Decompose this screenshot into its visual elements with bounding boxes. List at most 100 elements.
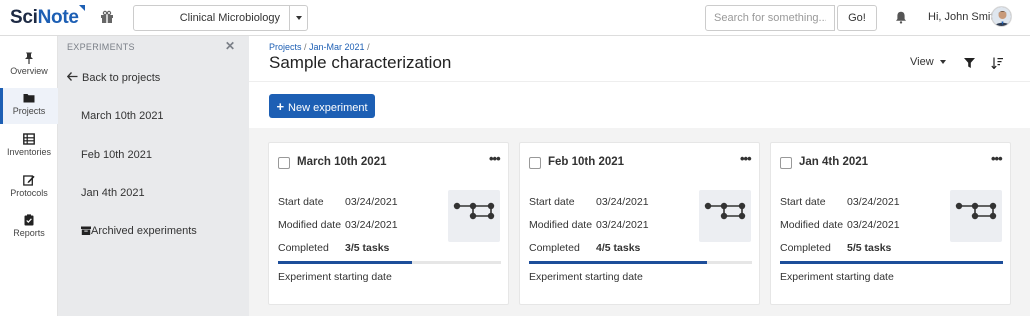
archive-icon — [81, 226, 91, 235]
sidebar-item-experiment[interactable]: March 10th 2021 — [81, 110, 164, 122]
workflow-icon — [704, 202, 746, 220]
card-title[interactable]: Feb 10th 2021 — [548, 156, 624, 168]
experiment-card[interactable]: March 10th 2021 ••• Start date 03/24/202… — [268, 142, 509, 305]
experiment-card[interactable]: Feb 10th 2021 ••• Start date 03/24/2021 … — [519, 142, 760, 305]
close-icon[interactable]: ✕ — [225, 39, 235, 53]
nav-item-protocols[interactable]: Protocols — [0, 170, 58, 206]
modified-date-value: 03/24/2021 — [596, 219, 649, 231]
completed-value: 3/5 tasks — [345, 242, 390, 254]
workflow-thumbnail[interactable] — [950, 190, 1002, 242]
breadcrumb-project[interactable]: Jan-Mar 2021 — [309, 42, 365, 52]
progress-bar-fill — [529, 261, 708, 264]
card-status-text: Experiment starting date — [780, 271, 894, 283]
workflow-thumbnail[interactable] — [448, 190, 500, 242]
sort-icon[interactable] — [991, 57, 1003, 69]
card-status-text: Experiment starting date — [529, 271, 643, 283]
folder-icon — [23, 94, 35, 103]
nav-item-overview[interactable]: Overview — [0, 48, 58, 84]
workflow-thumbnail[interactable] — [699, 190, 751, 242]
search-input[interactable] — [705, 5, 835, 31]
card-title[interactable]: Jan 4th 2021 — [799, 156, 868, 168]
main-content: Projects / Jan-Mar 2021 / Sample charact… — [249, 36, 1030, 316]
start-date-label: Start date — [780, 196, 826, 208]
modified-date-label: Modified date — [780, 219, 844, 231]
inventory-icon — [23, 133, 35, 145]
pin-icon — [25, 52, 33, 64]
card-title[interactable]: March 10th 2021 — [297, 156, 387, 168]
chevron-down-icon — [939, 60, 946, 65]
modified-date-value: 03/24/2021 — [345, 219, 398, 231]
scinote-logo[interactable]: SciNote — [10, 5, 85, 29]
completed-label: Completed — [780, 242, 831, 254]
card-checkbox[interactable] — [278, 157, 290, 169]
view-dropdown[interactable]: View — [910, 56, 946, 68]
bell-icon[interactable] — [895, 11, 907, 24]
workflow-icon — [955, 202, 997, 220]
modified-date-label: Modified date — [529, 219, 593, 231]
team-select-label: Clinical Microbiology — [179, 12, 280, 24]
archived-experiments-link[interactable]: Archived experiments — [81, 225, 197, 237]
progress-bar-fill — [278, 261, 412, 264]
completed-label: Completed — [529, 242, 580, 254]
logo-mark-icon — [79, 5, 85, 11]
nav-label: Reports — [13, 228, 45, 238]
back-to-projects-label: Back to projects — [82, 72, 161, 84]
start-date-value: 03/24/2021 — [596, 196, 649, 208]
archived-experiments-label: Archived experiments — [91, 225, 197, 237]
back-to-projects-link[interactable]: Back to projects — [67, 72, 160, 84]
gift-icon[interactable] — [100, 10, 114, 24]
completed-value: 5/5 tasks — [847, 242, 892, 254]
sidebar-item-experiment[interactable]: Feb 10th 2021 — [81, 149, 152, 161]
nav-item-projects[interactable]: Projects — [0, 88, 58, 124]
new-experiment-label: New experiment — [288, 101, 368, 114]
chevron-down-icon — [296, 16, 302, 20]
search-go-button[interactable]: Go! — [837, 5, 877, 31]
nav-label: Inventories — [6, 147, 52, 157]
workflow-icon — [453, 202, 495, 220]
page-header: Projects / Jan-Mar 2021 / Sample charact… — [249, 36, 1030, 82]
experiment-card[interactable]: Jan 4th 2021 ••• Start date 03/24/2021 M… — [770, 142, 1011, 305]
progress-bar — [278, 261, 501, 264]
card-checkbox[interactable] — [529, 157, 541, 169]
nav-item-reports[interactable]: Reports — [0, 210, 58, 246]
card-checkbox[interactable] — [780, 157, 792, 169]
card-status-text: Experiment starting date — [278, 271, 392, 283]
start-date-label: Start date — [278, 196, 324, 208]
more-options-icon[interactable]: ••• — [740, 151, 752, 166]
nav-label: Projects — [12, 106, 46, 116]
page-title: Sample characterization — [269, 53, 452, 72]
clipboard-icon — [24, 214, 34, 226]
start-date-value: 03/24/2021 — [847, 196, 900, 208]
experiments-sidebar: EXPERIMENTS ✕ Back to projects March 10t… — [58, 36, 249, 316]
edit-icon — [23, 175, 35, 186]
plus-icon: + — [276, 98, 285, 114]
more-options-icon[interactable]: ••• — [489, 151, 501, 166]
team-select-toggle[interactable] — [289, 6, 307, 30]
filter-icon[interactable] — [964, 58, 975, 68]
user-greeting[interactable]: Hi, John Smith — [928, 11, 1000, 23]
modified-date-value: 03/24/2021 — [847, 219, 900, 231]
user-avatar-icon — [992, 7, 1011, 26]
left-nav: Overview Projects Inventories Protocols … — [0, 36, 58, 316]
breadcrumb-separator: / — [301, 42, 310, 52]
breadcrumb-separator: / — [364, 42, 370, 52]
completed-label: Completed — [278, 242, 329, 254]
avatar[interactable] — [991, 6, 1012, 27]
team-select[interactable]: Clinical Microbiology — [133, 5, 308, 31]
more-options-icon[interactable]: ••• — [991, 151, 1003, 166]
progress-bar — [780, 261, 1003, 264]
completed-value: 4/5 tasks — [596, 242, 641, 254]
toolbar: + New experiment — [249, 82, 1030, 128]
start-date-label: Start date — [529, 196, 575, 208]
nav-label: Protocols — [10, 188, 48, 198]
breadcrumb-projects[interactable]: Projects — [269, 42, 302, 52]
start-date-value: 03/24/2021 — [345, 196, 398, 208]
sidebar-item-experiment[interactable]: Jan 4th 2021 — [81, 187, 145, 199]
experiments-sidebar-header: EXPERIMENTS — [67, 42, 135, 52]
new-experiment-button[interactable]: + New experiment — [269, 94, 375, 118]
top-bar: SciNote Clinical Microbiology Go! Hi, Jo… — [0, 0, 1030, 36]
progress-bar-fill — [780, 261, 1003, 264]
logo-text-sci: Sci — [10, 7, 38, 28]
nav-item-inventories[interactable]: Inventories — [0, 129, 58, 165]
view-dropdown-label: View — [910, 56, 934, 68]
